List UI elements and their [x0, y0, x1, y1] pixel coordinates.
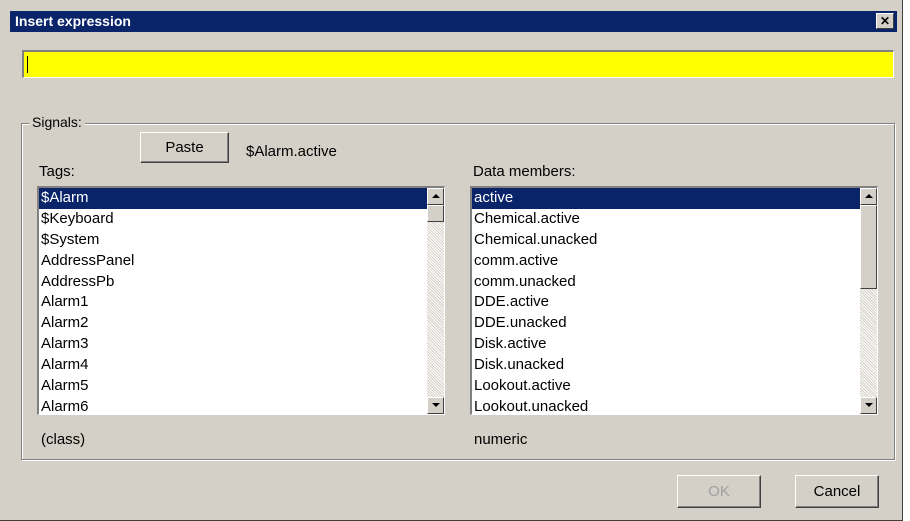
- list-item[interactable]: Chemical.active: [472, 209, 860, 230]
- close-icon: ✕: [879, 14, 891, 28]
- data-members-scroll-thumb[interactable]: [860, 205, 877, 289]
- paste-button[interactable]: Paste: [140, 132, 229, 163]
- ok-button-label: OK: [708, 483, 730, 500]
- list-item[interactable]: $Keyboard: [39, 209, 427, 230]
- scroll-up-icon: [865, 194, 873, 198]
- tags-listbox[interactable]: $Alarm $Keyboard $System AddressPanel Addres…: [37, 186, 445, 415]
- list-item[interactable]: Lookout.active: [472, 376, 860, 397]
- list-item[interactable]: Alarm4: [39, 355, 427, 376]
- data-members-listbox[interactable]: active Chemical.active Chemical.unacked com…: [470, 186, 878, 415]
- tags-label: Tags:: [39, 163, 75, 180]
- list-item[interactable]: AddressPb: [39, 272, 427, 293]
- paste-button-label: Paste: [165, 139, 204, 156]
- list-item[interactable]: Disk.active: [472, 334, 860, 355]
- list-item[interactable]: Chemical.unacked: [472, 230, 860, 251]
- scroll-up-icon: [432, 194, 440, 198]
- list-item[interactable]: Disk.unacked: [472, 355, 860, 376]
- list-item[interactable]: Alarm2: [39, 313, 427, 334]
- list-item[interactable]: active: [472, 188, 860, 209]
- list-item[interactable]: $System: [39, 230, 427, 251]
- insert-expression-dialog: Insert expression ✕ Signals: Paste $Alar…: [0, 0, 903, 521]
- list-item[interactable]: Alarm3: [39, 334, 427, 355]
- tags-scroll-thumb[interactable]: [427, 205, 444, 222]
- tags-scroll-down-button[interactable]: [427, 397, 444, 414]
- signals-group-label: Signals:: [29, 114, 85, 130]
- data-members-label: Data members:: [473, 163, 576, 180]
- current-signal-text: $Alarm.active: [246, 143, 337, 160]
- title-bar: Insert expression ✕: [10, 11, 897, 32]
- list-item[interactable]: comm.active: [472, 251, 860, 272]
- tags-scrollbar[interactable]: [427, 188, 444, 414]
- scroll-down-icon: [432, 403, 440, 407]
- text-caret: [27, 56, 28, 73]
- list-item[interactable]: AddressPanel: [39, 251, 427, 272]
- list-item[interactable]: DDE.unacked: [472, 313, 860, 334]
- list-item[interactable]: DDE.active: [472, 292, 860, 313]
- list-item[interactable]: $Alarm: [39, 188, 427, 209]
- data-members-scroll-down-button[interactable]: [860, 397, 877, 414]
- tag-type-text: (class): [41, 431, 86, 448]
- scroll-down-icon: [865, 403, 873, 407]
- expression-input[interactable]: [22, 50, 894, 78]
- tags-list-items: $Alarm $Keyboard $System AddressPanel Addres…: [39, 188, 427, 414]
- list-item[interactable]: Alarm6: [39, 397, 427, 414]
- data-members-scroll-up-button[interactable]: [860, 188, 877, 205]
- member-type-text: numeric: [474, 431, 528, 448]
- data-members-list-items: active Chemical.active Chemical.unacked com…: [472, 188, 860, 414]
- data-members-scrollbar[interactable]: [860, 188, 877, 414]
- list-item[interactable]: Lookout.unacked: [472, 397, 860, 414]
- list-item[interactable]: Alarm1: [39, 292, 427, 313]
- list-item[interactable]: Alarm5: [39, 376, 427, 397]
- list-item[interactable]: comm.unacked: [472, 272, 860, 293]
- close-button[interactable]: ✕: [876, 13, 894, 29]
- cancel-button[interactable]: Cancel: [795, 475, 879, 508]
- ok-button[interactable]: OK: [677, 475, 761, 508]
- cancel-button-label: Cancel: [813, 483, 861, 500]
- tags-scroll-up-button[interactable]: [427, 188, 444, 205]
- window-title: Insert expression: [15, 13, 131, 29]
